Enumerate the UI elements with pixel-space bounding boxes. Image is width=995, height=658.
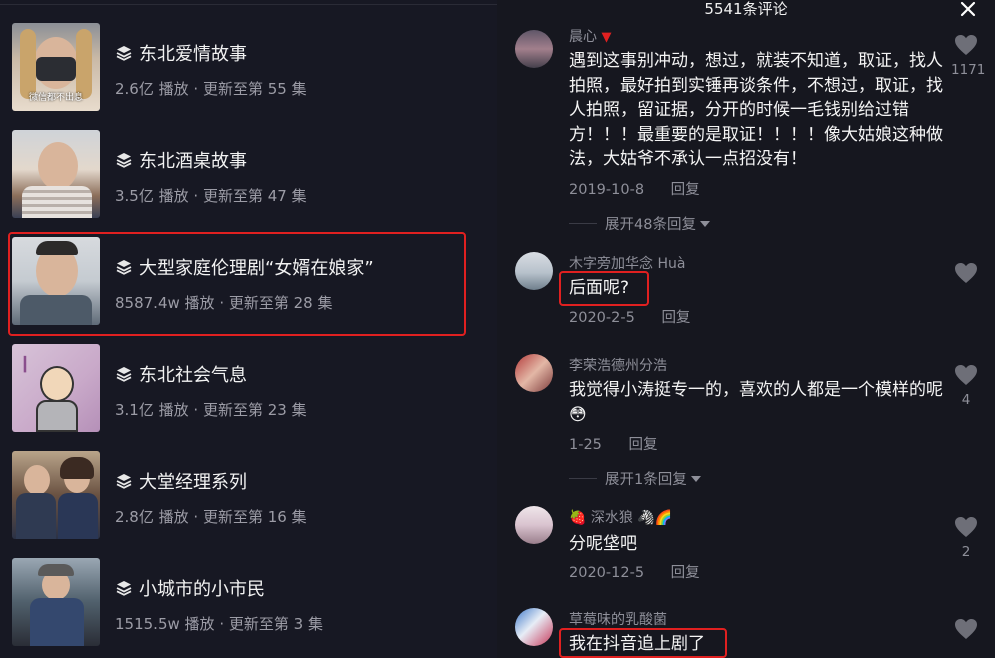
series-thumbnail[interactable]	[12, 451, 100, 539]
reply-button[interactable]: 回复	[629, 437, 658, 453]
comment-date: 2019-10-8	[569, 182, 645, 198]
play-count: 3.5亿 播放	[115, 187, 189, 205]
collection-icon	[116, 581, 132, 596]
play-count: 1515.5w 播放	[115, 615, 215, 633]
avatar[interactable]	[515, 608, 553, 646]
collection-icon	[116, 474, 132, 489]
series-item[interactable]: 微信都不出息 东北爱情故事 2.6亿 播放 · 更新至第 55 集	[0, 17, 497, 124]
flushed-emoji: 😳	[569, 404, 587, 425]
heart-icon	[955, 619, 977, 639]
reply-button[interactable]: 回复	[671, 565, 700, 581]
collection-icon	[116, 46, 132, 61]
zebra-rainbow-emoji: 🦓🌈	[637, 510, 673, 526]
meta-separator: ·	[219, 615, 225, 633]
reply-button[interactable]: 回复	[671, 182, 700, 198]
divider	[569, 478, 597, 479]
series-item[interactable]: 小城市的小市民 1515.5w 播放 · 更新至第 3 集	[0, 552, 497, 658]
like-count: 4	[961, 392, 971, 408]
series-thumbnail[interactable]	[12, 130, 100, 218]
close-icon[interactable]	[959, 0, 977, 18]
comment-username[interactable]: 深水狼	[591, 510, 633, 526]
series-title: 东北社会气息	[139, 365, 247, 386]
episode-update: 更新至第 55 集	[202, 80, 307, 98]
play-count: 2.8亿 播放	[115, 508, 189, 526]
comments-panel: 5541条评论 晨心 ▼ 遇到这事别冲动，想过，就装不知道，取证，找人拍照，最好…	[497, 0, 995, 658]
series-item[interactable]: 大堂经理系列 2.8亿 播放 · 更新至第 16 集	[0, 445, 497, 552]
collection-icon	[116, 367, 132, 382]
play-count: 2.6亿 播放	[115, 80, 189, 98]
comment-username[interactable]: 晨心	[569, 29, 597, 45]
episode-update: 更新至第 47 集	[202, 187, 307, 205]
heart-icon	[955, 517, 977, 537]
divider	[569, 223, 597, 224]
avatar[interactable]	[515, 506, 553, 544]
episode-update: 更新至第 16 集	[202, 508, 307, 526]
like-button[interactable]: 2	[951, 516, 981, 560]
series-item[interactable]: 东北酒桌故事 3.5亿 播放 · 更新至第 47 集	[0, 124, 497, 231]
heart-icon	[955, 35, 977, 55]
avatar[interactable]	[515, 354, 553, 392]
comments-count-title: 5541条评论	[704, 0, 788, 18]
highlight-box	[559, 271, 649, 306]
comment-text: 遇到这事别冲动，想过，就装不知道，取证，找人拍照，最好拍到实锤再谈条件，不想过，…	[569, 51, 943, 169]
heart-icon	[955, 365, 977, 385]
avatar[interactable]	[515, 252, 553, 290]
comment-text: 分呢垡吧	[569, 534, 637, 554]
series-list-panel: 微信都不出息 东北爱情故事 2.6亿 播放 · 更新至第 55 集 东北酒桌故事…	[0, 0, 497, 658]
comment-date: 2020-12-5	[569, 565, 645, 581]
highlight-box	[8, 232, 466, 336]
expand-replies-button[interactable]: 展开48条回复	[569, 213, 710, 234]
expand-replies-label: 展开1条回复	[605, 472, 687, 488]
comment-username[interactable]: 李荣浩德州分浩	[569, 355, 667, 375]
like-button[interactable]: 4	[951, 364, 981, 408]
top-divider	[0, 4, 497, 5]
comment-date: 2020-2-5	[569, 310, 635, 326]
highlight-box	[559, 628, 727, 658]
like-button[interactable]	[951, 262, 981, 288]
heart-icon	[955, 263, 977, 283]
series-thumbnail[interactable]: 微信都不出息	[12, 23, 100, 111]
comment-username[interactable]: 草莓味的乳酸菌	[569, 609, 667, 629]
expand-replies-button[interactable]: 展开1条回复	[569, 468, 701, 489]
collection-icon	[116, 153, 132, 168]
series-thumbnail[interactable]: 𝍷	[12, 344, 100, 432]
series-thumbnail[interactable]	[12, 558, 100, 646]
avatar[interactable]	[515, 30, 553, 68]
reply-button[interactable]: 回复	[661, 310, 690, 326]
series-title: 东北酒桌故事	[139, 151, 247, 172]
meta-separator: ·	[193, 187, 199, 205]
strawberry-emoji: 🍓	[569, 510, 587, 526]
series-title: 大堂经理系列	[139, 472, 247, 493]
episode-update: 更新至第 23 集	[202, 401, 307, 419]
heart-badge-icon: ▼	[601, 30, 612, 45]
series-title: 小城市的小市民	[139, 579, 265, 600]
like-button[interactable]: 1171	[951, 34, 986, 78]
comment-username[interactable]: 木字旁加华念 Huà	[569, 253, 685, 273]
like-count: 1171	[951, 62, 986, 78]
comment-date: 1-25	[569, 437, 602, 453]
comment-text: 我觉得小涛挺专一的，喜欢的人都是一个模样的呢	[569, 380, 943, 400]
play-count: 3.1亿 播放	[115, 401, 189, 419]
expand-replies-label: 展开48条回复	[605, 217, 696, 233]
thumbnail-caption: 微信都不出息	[28, 93, 83, 103]
meta-separator: ·	[193, 80, 199, 98]
chevron-down-icon	[690, 475, 701, 482]
like-count: 2	[961, 544, 971, 560]
meta-separator: ·	[193, 401, 199, 419]
meta-separator: ·	[193, 508, 199, 526]
chevron-down-icon	[699, 220, 710, 227]
series-item[interactable]: 𝍷 东北社会气息 3.1亿 播放 · 更新至第 23 集	[0, 338, 497, 445]
episode-update: 更新至第 3 集	[228, 615, 323, 633]
series-title: 东北爱情故事	[139, 44, 247, 65]
like-button[interactable]	[951, 618, 981, 644]
